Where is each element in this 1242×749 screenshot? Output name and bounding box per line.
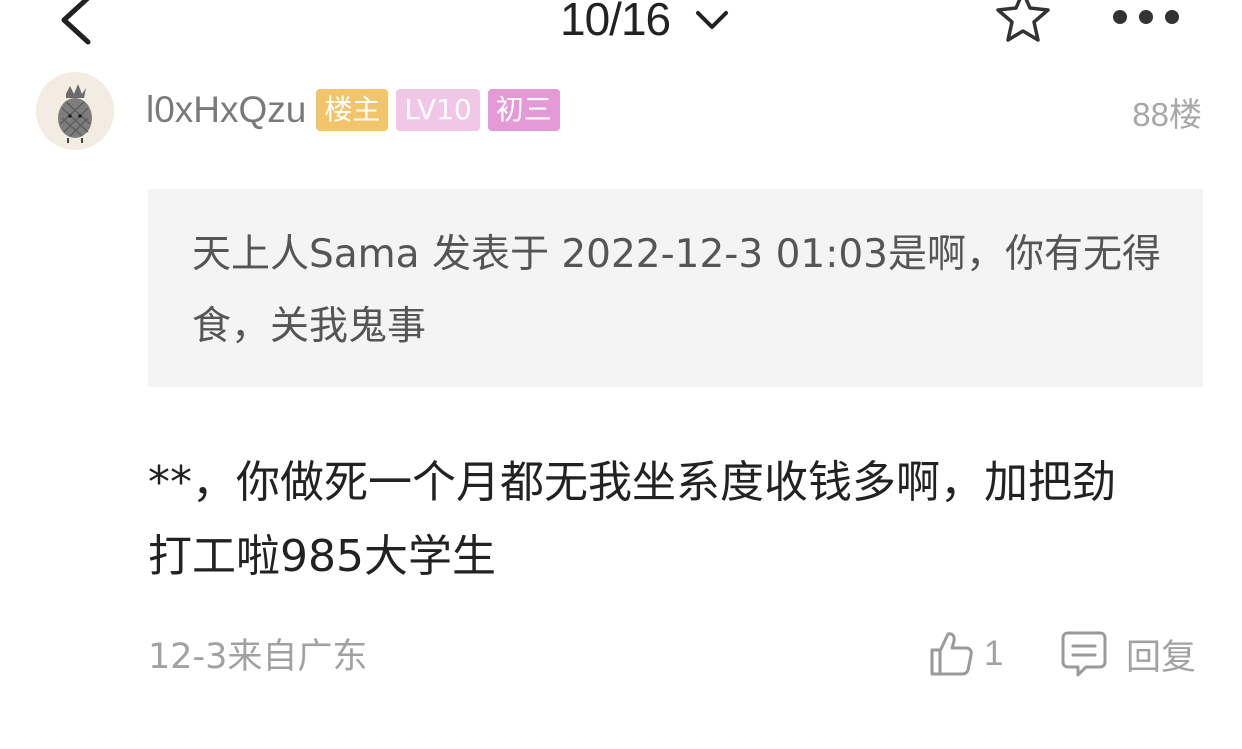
like-button[interactable]: 1 <box>928 628 1003 680</box>
page-indicator-dropdown[interactable]: 10/16 <box>560 0 732 50</box>
floor-number: 88楼 <box>1132 96 1202 133</box>
post-meta: 12-3来自广东 <box>148 637 368 677</box>
quoted-post[interactable]: 天上人Sama 发表于 2022-12-3 01:03是啊，你有无得食，关我鬼事 <box>148 189 1203 387</box>
thumbs-up-icon <box>930 632 973 676</box>
pineapple-avatar-icon <box>36 72 114 150</box>
reply-button[interactable]: 回复 <box>1060 628 1196 680</box>
user-info-row: l0xHxQzu 楼主 LV10 初三 <box>146 86 568 134</box>
top-navigation-bar: 10/16 <box>0 0 1242 50</box>
chevron-down-icon <box>696 11 729 29</box>
post-content: **，你做死一个月都无我坐系度收钱多啊，加把劲打工啦985大学生 <box>148 457 1116 582</box>
star-icon <box>996 0 1050 42</box>
favorite-button[interactable] <box>990 0 1056 48</box>
more-options-button[interactable] <box>1110 6 1182 28</box>
user-avatar[interactable] <box>36 72 114 150</box>
page-indicator-text: 10/16 <box>560 0 671 45</box>
like-count: 1 <box>984 634 1004 673</box>
comment-icon <box>1061 631 1107 677</box>
reply-label: 回复 <box>1126 637 1197 678</box>
quoted-post-text: 天上人Sama 发表于 2022-12-3 01:03是啊，你有无得食，关我鬼事 <box>192 232 1161 349</box>
level-badge: LV10 <box>396 89 480 131</box>
more-horizontal-icon <box>1113 10 1179 24</box>
back-button[interactable] <box>52 0 102 50</box>
grade-badge: 初三 <box>487 89 560 131</box>
thread-author-badge: 楼主 <box>316 89 389 131</box>
username[interactable]: l0xHxQzu <box>146 89 306 131</box>
chevron-left-icon <box>61 0 91 45</box>
